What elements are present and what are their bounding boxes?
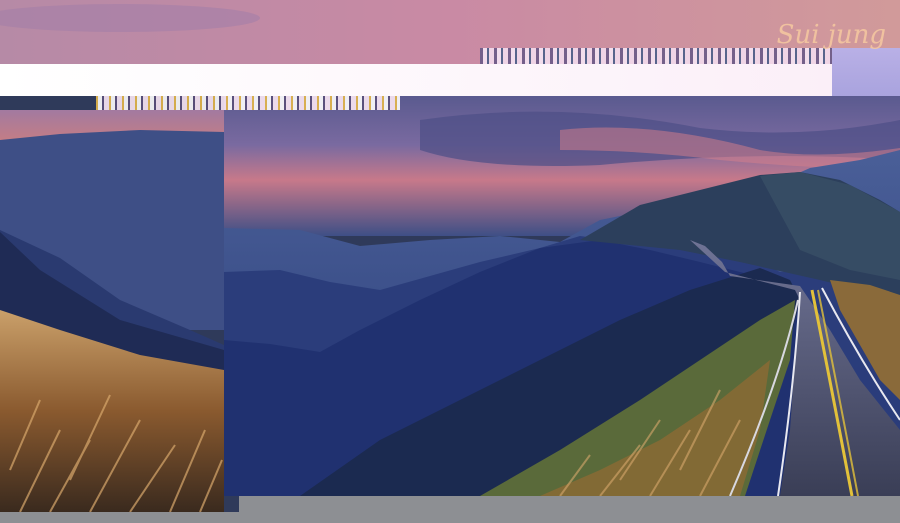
glitch-strip-left [96, 96, 400, 110]
white-overlay-bar [0, 64, 832, 96]
frame-edge [832, 48, 900, 96]
bottom-gray-bar [239, 496, 900, 523]
signature-watermark: Sui jung [776, 20, 886, 50]
glitch-strip-top [480, 48, 832, 64]
bottom-gray-bar-left [0, 512, 239, 523]
